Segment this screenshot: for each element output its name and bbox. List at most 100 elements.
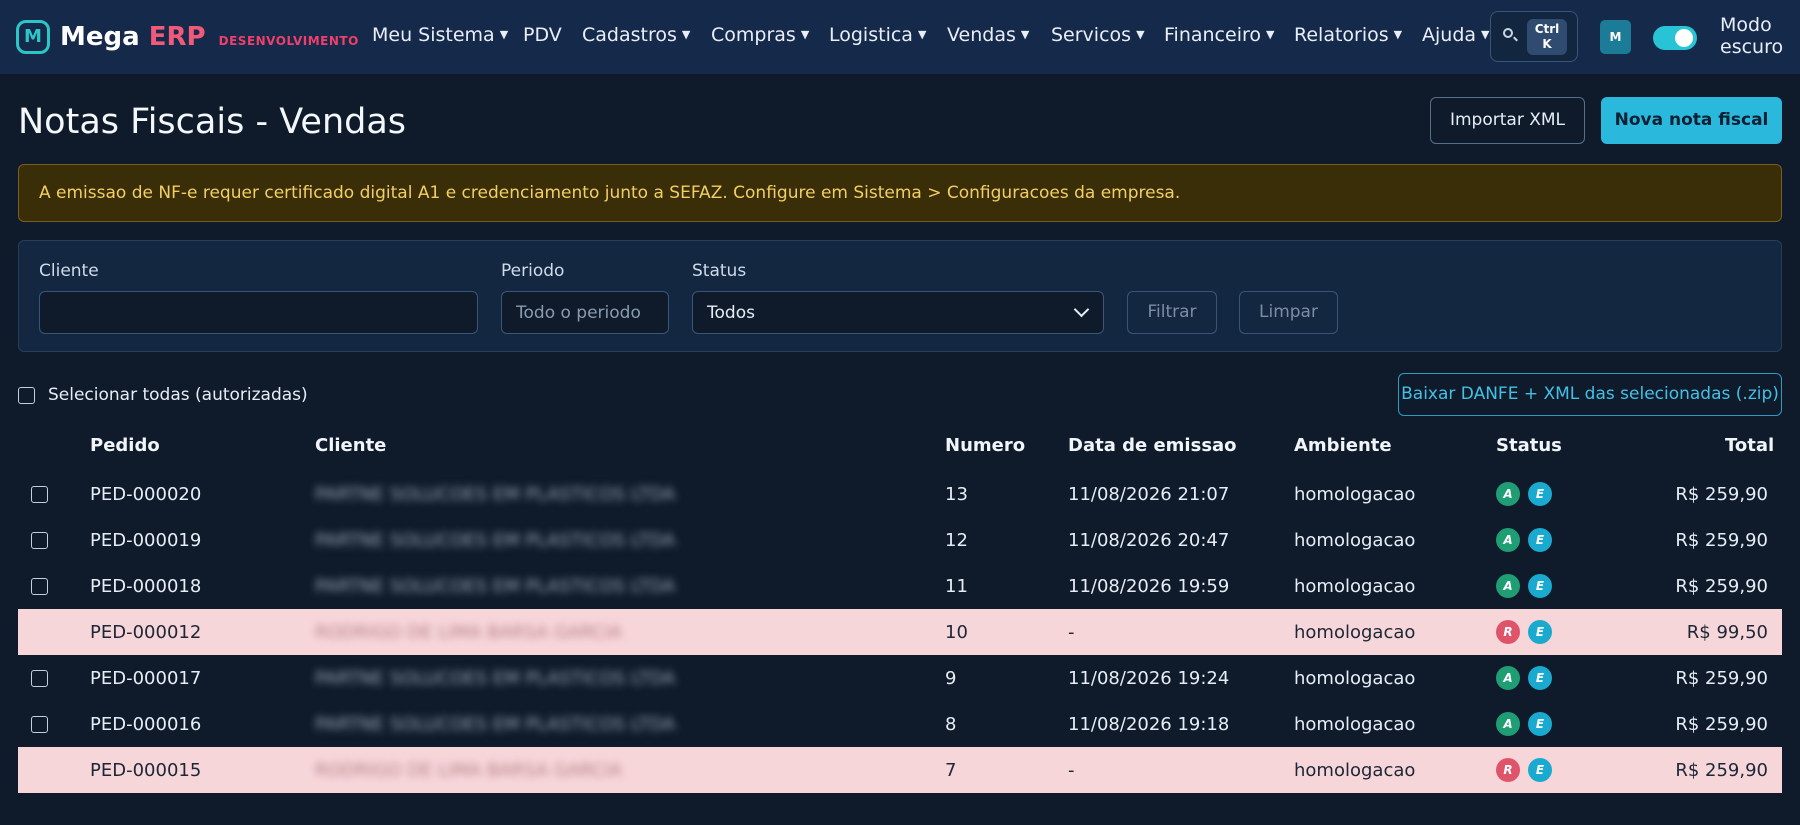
nav-ajuda[interactable]: Ajuda ▼ (1422, 24, 1490, 46)
table-row[interactable]: PED-000018 PARTNE SOLUCOES EM PLASTICOS … (18, 563, 1782, 609)
nav-label: Ajuda (1422, 24, 1477, 46)
nav-label: Vendas (947, 24, 1016, 46)
table-row[interactable]: PED-000016 PARTNE SOLUCOES EM PLASTICOS … (18, 701, 1782, 747)
search-icon (1503, 28, 1513, 38)
clear-button[interactable]: Limpar (1239, 291, 1338, 334)
invoice-total: R$ 259,90 (1675, 714, 1768, 735)
row-checkbox[interactable] (31, 716, 48, 733)
nav-relatorios[interactable]: Relatorios ▼ (1294, 24, 1402, 46)
column-header-status[interactable]: Status (1496, 435, 1562, 456)
nav-pdv[interactable]: PDV (523, 24, 562, 46)
invoice-total: R$ 259,90 (1675, 576, 1768, 597)
filter-button[interactable]: Filtrar (1127, 291, 1217, 334)
dark-mode-label: Modo escuro (1720, 14, 1784, 58)
issue-date: 11/08/2026 20:47 (1068, 530, 1230, 551)
brand-name[interactable]: Mega ERP DESENVOLVIMENTO (60, 22, 359, 52)
environment: homologacao (1294, 668, 1416, 689)
select-all-label: Selecionar todas (autorizadas) (48, 385, 308, 405)
environment-badge-icon: E (1528, 574, 1552, 598)
status-select-value: Todos (707, 303, 755, 323)
certificate-warning-alert: A emissao de NF-e requer certificado dig… (18, 164, 1782, 222)
order-number[interactable]: PED-000015 (90, 760, 201, 781)
period-input[interactable] (501, 291, 669, 334)
toggle-knob (1675, 29, 1693, 47)
column-header-numero[interactable]: Numero (945, 435, 1025, 456)
rejected-status-icon: R (1496, 758, 1520, 782)
client-name: PARTNE SOLUCOES EM PLASTICOS LTDA (315, 714, 676, 735)
order-number[interactable]: PED-000018 (90, 576, 201, 597)
mega-logo-icon[interactable]: M (16, 20, 50, 54)
table-row-rejected[interactable]: PED-000012 RODRIGO DE LIMA BARSA GARCIA … (18, 609, 1782, 655)
issue-date: - (1068, 760, 1075, 781)
nav-servicos[interactable]: Servicos ▼ (1051, 24, 1145, 46)
select-all-checkbox[interactable] (18, 387, 35, 404)
chevron-down-icon (1073, 301, 1090, 318)
invoice-number: 7 (945, 760, 957, 781)
nav-label: Meu Sistema (372, 24, 495, 46)
status-select[interactable]: Todos (692, 291, 1104, 334)
authorized-status-icon: A (1496, 574, 1520, 598)
invoice-number: 13 (945, 484, 968, 505)
environment-badge-icon: E (1528, 620, 1552, 644)
caret-down-icon: ▼ (800, 28, 810, 41)
row-checkbox[interactable] (31, 578, 48, 595)
invoice-total: R$ 259,90 (1675, 484, 1768, 505)
nav-vendas[interactable]: Vendas ▼ (947, 24, 1029, 46)
nav-meu-sistema[interactable]: Meu Sistema ▼ (372, 24, 508, 46)
caret-down-icon: ▼ (1136, 28, 1145, 41)
nav-label: Relatorios (1294, 24, 1389, 46)
column-header-total[interactable]: Total (1725, 435, 1774, 456)
environment-badge-icon: E (1528, 482, 1552, 506)
nav-label: Cadastros (582, 24, 677, 46)
brand-erp: ERP (148, 22, 206, 52)
issue-date: 11/08/2026 19:59 (1068, 576, 1230, 597)
issue-date: 11/08/2026 19:24 (1068, 668, 1230, 689)
table-row[interactable]: PED-000017 PARTNE SOLUCOES EM PLASTICOS … (18, 655, 1782, 701)
download-zip-button[interactable]: Baixar DANFE + XML das selecionadas (.zi… (1398, 373, 1782, 416)
row-checkbox[interactable] (31, 486, 48, 503)
column-header-pedido[interactable]: Pedido (90, 435, 160, 456)
nav-label: Compras (711, 24, 796, 46)
table-row[interactable]: PED-000019 PARTNE SOLUCOES EM PLASTICOS … (18, 517, 1782, 563)
invoice-total: R$ 259,90 (1675, 760, 1768, 781)
column-header-ambiente[interactable]: Ambiente (1294, 435, 1392, 456)
table-row[interactable]: PED-000020 PARTNE SOLUCOES EM PLASTICOS … (18, 471, 1782, 517)
order-number[interactable]: PED-000019 (90, 530, 201, 551)
avatar[interactable]: M (1600, 20, 1631, 54)
order-number[interactable]: PED-000012 (90, 622, 201, 643)
issue-date: - (1068, 622, 1075, 643)
caret-down-icon: ▼ (1020, 28, 1030, 41)
issue-date: 11/08/2026 21:07 (1068, 484, 1230, 505)
client-input[interactable] (39, 291, 478, 334)
logo-letter: M (24, 26, 42, 47)
rejected-status-icon: R (1496, 620, 1520, 644)
caret-down-icon: ▼ (1481, 28, 1490, 41)
nav-logistica[interactable]: Logistica ▼ (829, 24, 926, 46)
nav-cadastros[interactable]: Cadastros ▼ (582, 24, 690, 46)
authorized-status-icon: A (1496, 712, 1520, 736)
table-row-rejected[interactable]: PED-000015 RODRIGO DE LIMA BARSA GARCIA … (18, 747, 1782, 793)
environment-badge-icon: E (1528, 712, 1552, 736)
nav-compras[interactable]: Compras ▼ (711, 24, 809, 46)
import-xml-button[interactable]: Importar XML (1430, 97, 1585, 144)
command-search-button[interactable]: Ctrl K (1490, 11, 1578, 62)
column-header-cliente[interactable]: Cliente (315, 435, 386, 456)
order-number[interactable]: PED-000020 (90, 484, 201, 505)
invoice-total: R$ 259,90 (1675, 668, 1768, 689)
order-number[interactable]: PED-000017 (90, 668, 201, 689)
row-checkbox[interactable] (31, 670, 48, 687)
invoice-number: 10 (945, 622, 968, 643)
authorized-status-icon: A (1496, 528, 1520, 552)
column-header-data-emissao[interactable]: Data de emissao (1068, 435, 1237, 456)
shortcut-ctrl: Ctrl (1534, 22, 1560, 36)
environment: homologacao (1294, 622, 1416, 643)
client-name: PARTNE SOLUCOES EM PLASTICOS LTDA (315, 668, 676, 689)
nav-financeiro[interactable]: Financeiro ▼ (1164, 24, 1274, 46)
row-checkbox[interactable] (31, 532, 48, 549)
authorized-status-icon: A (1496, 666, 1520, 690)
environment: homologacao (1294, 760, 1416, 781)
dark-mode-toggle[interactable] (1653, 26, 1697, 50)
new-invoice-button[interactable]: Nova nota fiscal (1601, 97, 1782, 144)
order-number[interactable]: PED-000016 (90, 714, 201, 735)
invoice-total: R$ 99,50 (1686, 622, 1768, 643)
